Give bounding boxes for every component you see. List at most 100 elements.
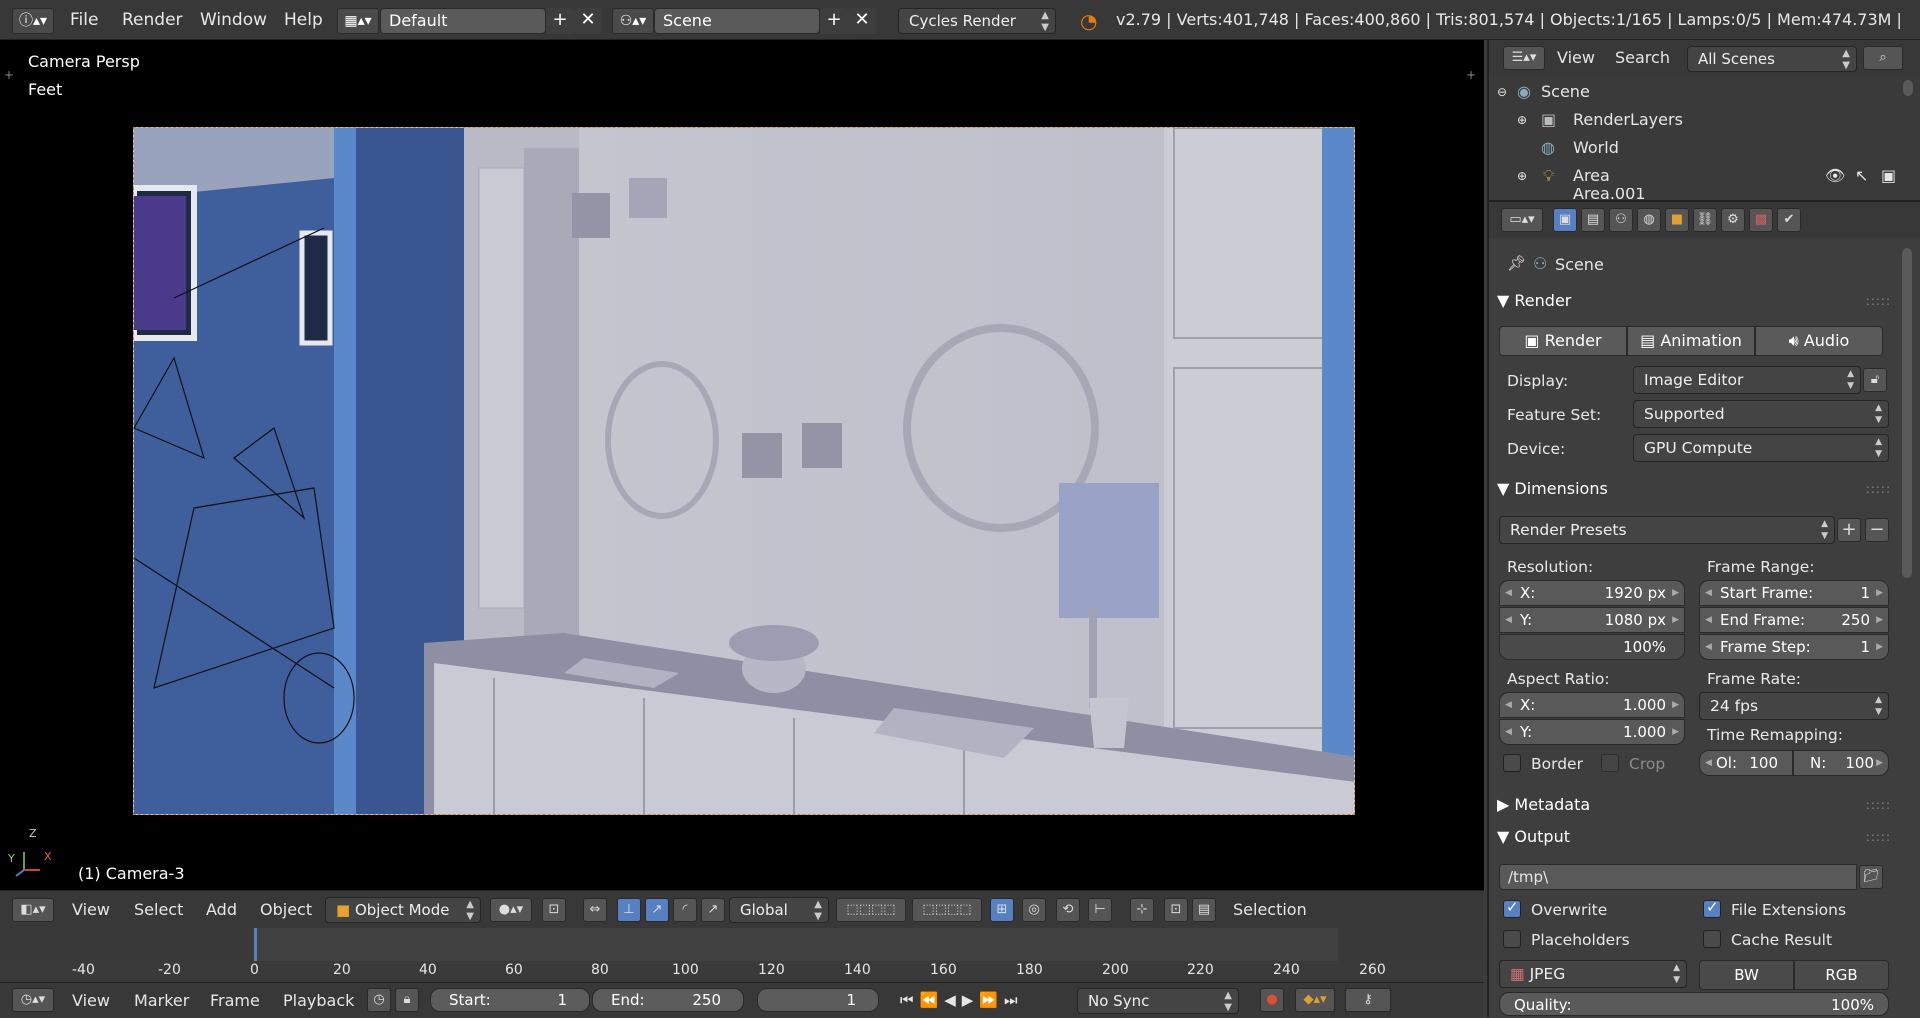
constraints-tab-icon[interactable]: ⛓︎ [1693, 208, 1717, 232]
lock-interface-icon[interactable]: 🔓︎ [1863, 368, 1887, 392]
dimensions-panel-header[interactable]: ▼ Dimensions ::::: [1497, 474, 1897, 504]
add-scene-icon[interactable]: + [820, 8, 848, 34]
search-icon[interactable]: ⌕ [1863, 46, 1903, 70]
timeline[interactable]: -40 -20 0 20 40 60 80 100 120 140 160 18… [0, 928, 1484, 983]
feature-set-dropdown[interactable]: Supported ▲ ▼ [1633, 400, 1889, 428]
file-format-dropdown[interactable]: ▦ JPEG ▲ ▼ [1499, 960, 1687, 988]
layout-icon[interactable]: ▦▴▾ [337, 8, 379, 34]
placeholders-checkbox[interactable] [1503, 930, 1521, 948]
arc-manipulator-icon[interactable]: ◜ [673, 898, 697, 922]
aspect-y-field[interactable]: ◀ Y: 1.000 ▶ [1499, 719, 1685, 745]
cache-result-checkbox[interactable] [1703, 930, 1721, 948]
3d-viewport[interactable]: Camera Persp Feet + + (1) Camera-3 Z X Y [0, 40, 1484, 890]
layers-grid-icon[interactable]: ⬚⬚⬚⬚ [912, 898, 982, 922]
editor-type-3d-icon[interactable]: ◧▴▾ [12, 898, 54, 922]
decrement-arrow-icon[interactable]: ◀ [1705, 751, 1712, 775]
folder-browse-icon[interactable]: 📁︎ [1859, 865, 1883, 889]
file-extensions-checkbox[interactable] [1703, 898, 1721, 918]
viewport-shading-icon[interactable]: ●▴▾ [490, 898, 532, 922]
remove-preset-icon[interactable]: − [1865, 518, 1889, 542]
preview-range-icon[interactable]: ◷ [367, 988, 391, 1012]
crop-checkbox[interactable] [1601, 754, 1619, 772]
snap-toggle-icon[interactable]: ⟲ [1056, 898, 1080, 922]
expand-icon[interactable]: ⊕ [1517, 106, 1527, 134]
opengl-anim-icon[interactable]: ▤ [1192, 898, 1216, 922]
aspect-x-field[interactable]: ◀ X: 1.000 ▶ [1499, 692, 1685, 718]
manipulator-toggle-icon[interactable]: ⇔ [583, 898, 607, 922]
render-presets-dropdown[interactable]: Render Presets ▲ ▼ [1499, 516, 1835, 544]
object-tab-icon[interactable]: ■ [1665, 208, 1689, 232]
resolution-x-field[interactable]: ◀ X: 1920 px ▶ [1499, 580, 1685, 606]
play-reverse-icon[interactable]: ◀ [944, 991, 962, 1009]
overwrite-checkbox[interactable] [1503, 898, 1521, 918]
increment-arrow-icon[interactable]: ▶ [1876, 635, 1883, 659]
properties-editor[interactable]: ▭▴▾ ▣ ▤ ⚇ ◍ ■ ⛓︎ ⚙ ▩ ✔ 📌︎ ⚇ Scene ▼ Rend… [1487, 200, 1920, 1017]
decrement-arrow-icon[interactable]: ◀ [1705, 581, 1712, 605]
render-engine-dropdown[interactable]: Cycles Render ▲ ▼ [898, 8, 1056, 34]
play-icon[interactable]: ▶ [962, 991, 980, 1009]
animation-button[interactable]: ▤ Animation [1627, 326, 1755, 356]
eye-icon[interactable]: 👁︎ [1825, 162, 1845, 190]
menu-file[interactable]: File [70, 0, 98, 40]
corner-plus-icon[interactable]: + [4, 68, 14, 82]
outliner-item-renderlayers[interactable]: ⊕ ▣ RenderLayers [1489, 106, 1920, 134]
add-preset-icon[interactable]: + [1837, 518, 1861, 542]
jump-end-icon[interactable]: ⏭ [1004, 991, 1024, 1009]
drag-handle-icon[interactable]: ::::: [1866, 790, 1891, 820]
border-checkbox[interactable] [1503, 754, 1521, 772]
decrement-arrow-icon[interactable]: ◀ [1505, 608, 1512, 632]
increment-arrow-icon[interactable]: ▶ [1672, 581, 1679, 605]
render-button[interactable]: ▣ Render [1499, 326, 1627, 356]
remove-layout-icon[interactable]: ✕ [574, 8, 602, 34]
color-bw-button[interactable]: BW [1699, 960, 1794, 990]
layout-name-field[interactable]: Default [380, 8, 546, 34]
properties-scrollbar[interactable] [1902, 248, 1912, 578]
outliner-scrollbar[interactable] [1903, 80, 1913, 96]
quality-slider[interactable]: Quality: 100% [1499, 992, 1889, 1016]
menu-object[interactable]: Object [260, 891, 312, 929]
render-panel-header[interactable]: ▼ Render ::::: [1497, 286, 1897, 316]
translate-manipulator-icon[interactable]: ⊥ [617, 898, 641, 922]
scale-manipulator-icon[interactable]: ↗ [701, 898, 725, 922]
lock-time-icon[interactable]: 🔒︎ [395, 988, 419, 1012]
decrement-arrow-icon[interactable]: ◀ [1505, 581, 1512, 605]
outliner-editor-icon[interactable]: ☰▴▾ [1503, 46, 1545, 70]
menu-marker[interactable]: Marker [134, 983, 189, 1018]
decrement-arrow-icon[interactable]: ◀ [1705, 608, 1712, 632]
cursor-select-icon[interactable]: ↖ [1855, 162, 1868, 190]
audio-button[interactable]: 🔊︎ Audio [1755, 326, 1883, 356]
camera-render-icon[interactable]: ▣ [1881, 162, 1896, 190]
increment-arrow-icon[interactable]: ▶ [1672, 693, 1679, 717]
increment-arrow-icon[interactable]: ▶ [1876, 608, 1883, 632]
next-keyframe-icon[interactable]: ⏩ [979, 991, 1004, 1009]
pivot-point-icon[interactable]: ⊡ [542, 898, 566, 922]
display-dropdown[interactable]: Image Editor ▲ ▼ [1633, 366, 1861, 394]
outliner-display-mode-dropdown[interactable]: All Scenes ▲ ▼ [1687, 46, 1857, 72]
transform-orientation-dropdown[interactable]: Global ▲ ▼ [729, 897, 829, 923]
snap-element-icon[interactable]: ⊢ [1088, 898, 1112, 922]
decrement-arrow-icon[interactable]: ◀ [1705, 635, 1712, 659]
menu-render[interactable]: Render [122, 0, 183, 40]
rotate-manipulator-icon[interactable]: ↗ [645, 898, 669, 922]
expand-icon[interactable]: ⊕ [1517, 162, 1527, 190]
output-path-field[interactable]: /tmp\ [1499, 864, 1857, 890]
menu-window[interactable]: Window [200, 0, 267, 40]
device-dropdown[interactable]: GPU Compute ▲ ▼ [1633, 434, 1889, 462]
outliner-item-area[interactable]: ⊕ 💡︎ Area 👁︎ ↖ ▣ [1489, 162, 1920, 190]
drag-handle-icon[interactable]: ::::: [1866, 286, 1891, 316]
resolution-y-field[interactable]: ◀ Y: 1080 px ▶ [1499, 607, 1685, 633]
prev-keyframe-icon[interactable]: ⏪ [920, 991, 945, 1009]
output-panel-header[interactable]: ▼ Output ::::: [1497, 822, 1897, 852]
add-layout-icon[interactable]: + [546, 8, 574, 34]
scene-icon[interactable]: ⚇▴▾ [612, 8, 654, 34]
pin-icon[interactable]: 📌︎ [1507, 254, 1526, 272]
menu-select[interactable]: Select [134, 891, 183, 929]
outliner-menu-search[interactable]: Search [1615, 40, 1670, 76]
decrement-arrow-icon[interactable]: ◀ [1505, 720, 1512, 744]
menu-help[interactable]: Help [284, 0, 323, 40]
menu-view[interactable]: View [72, 983, 110, 1018]
color-rgb-button[interactable]: RGB [1794, 960, 1889, 990]
render-layers-tab-icon[interactable]: ▤ [1581, 208, 1605, 232]
current-frame-marker[interactable] [254, 928, 257, 961]
increment-arrow-icon[interactable]: ▶ [1876, 581, 1883, 605]
